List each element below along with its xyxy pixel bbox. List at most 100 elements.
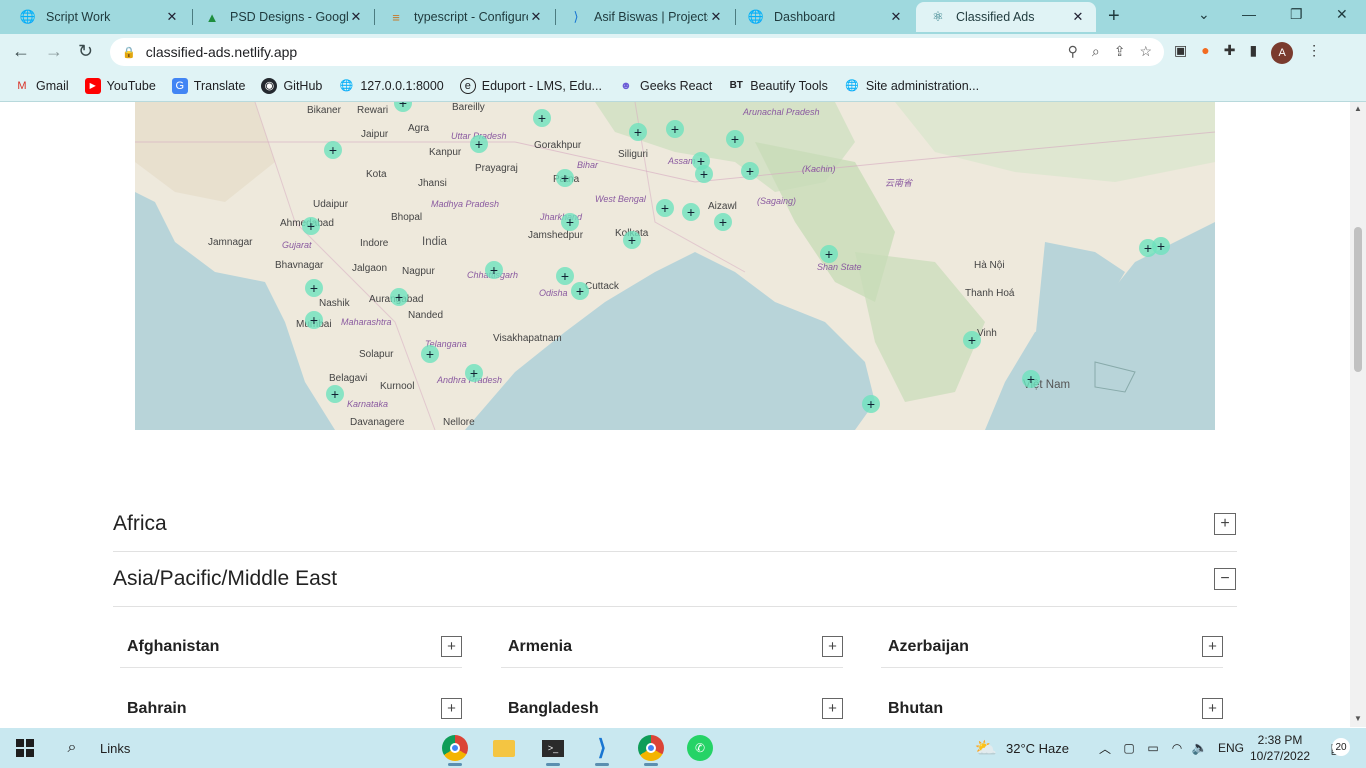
- close-icon[interactable]: ✕: [348, 9, 364, 25]
- map-marker[interactable]: +: [726, 130, 744, 148]
- search-icon[interactable]: ⌕: [60, 728, 84, 768]
- ads-map[interactable]: Bikaner Rewari Bareilly Agra Jaipur Utta…: [135, 102, 1215, 430]
- back-icon[interactable]: ←: [12, 41, 30, 62]
- weather-text[interactable]: 32°C Haze: [1006, 728, 1069, 768]
- map-marker[interactable]: +: [666, 120, 684, 138]
- close-icon[interactable]: ✕: [1070, 9, 1086, 25]
- tab-classified-ads[interactable]: ⚛ Classified Ads ✕: [916, 2, 1096, 32]
- map-marker[interactable]: +: [305, 279, 323, 297]
- map-marker[interactable]: +: [302, 217, 320, 235]
- map-marker[interactable]: +: [470, 135, 488, 153]
- scroll-up-icon[interactable]: ▲: [1354, 104, 1362, 113]
- bookmark-site-admin[interactable]: 🌐 Site administration...: [844, 78, 979, 94]
- close-icon[interactable]: ✕: [528, 9, 544, 25]
- map-marker[interactable]: +: [1152, 237, 1170, 255]
- side-panel-icon[interactable]: ▮: [1249, 42, 1257, 64]
- map-marker[interactable]: +: [695, 165, 713, 183]
- map-marker[interactable]: +: [485, 261, 503, 279]
- accordion-header[interactable]: Asia/Pacific/Middle East −: [113, 552, 1237, 607]
- map-marker[interactable]: +: [571, 282, 589, 300]
- accordion-header[interactable]: Africa +: [113, 497, 1237, 552]
- bookmark-eduport[interactable]: e Eduport - LMS, Edu...: [459, 77, 602, 94]
- country-item-armenia[interactable]: Armenia +: [501, 626, 843, 668]
- address-bar[interactable]: 🔒 classified-ads.netlify.app ⚲ ⌕ ⇪ ☆: [110, 38, 1164, 66]
- scrollbar-thumb[interactable]: [1354, 227, 1362, 372]
- map-marker[interactable]: +: [714, 213, 732, 231]
- puzzle-icon[interactable]: ✚: [1224, 42, 1236, 64]
- tab-typescript[interactable]: ≡ typescript - Configure ✕: [374, 2, 554, 32]
- country-item-bahrain[interactable]: Bahrain +: [120, 688, 462, 727]
- map-marker[interactable]: +: [561, 213, 579, 231]
- bookmark-github[interactable]: ◉ GitHub: [261, 77, 322, 94]
- minus-icon[interactable]: −: [1214, 568, 1236, 590]
- tab-asif-projects[interactable]: ⟩ Asif Biswas | Projects ✕: [554, 2, 734, 32]
- close-icon[interactable]: ✕: [888, 9, 904, 25]
- map-marker[interactable]: +: [1022, 370, 1040, 388]
- map-marker[interactable]: +: [390, 288, 408, 306]
- country-item-bangladesh[interactable]: Bangladesh +: [501, 688, 843, 727]
- terminal-taskbar-app[interactable]: >_: [538, 728, 568, 768]
- zoom-icon[interactable]: ⌕: [1092, 43, 1100, 60]
- location-icon[interactable]: ⚲: [1068, 43, 1078, 60]
- map-marker[interactable]: +: [324, 141, 342, 159]
- map-marker[interactable]: +: [682, 203, 700, 221]
- profile-avatar[interactable]: A: [1271, 42, 1294, 64]
- wifi-icon[interactable]: ◠: [1170, 728, 1184, 768]
- vscode-taskbar-app[interactable]: ⟩: [587, 728, 617, 768]
- bookmark-geeks-react[interactable]: ☻ Geeks React: [618, 78, 712, 94]
- minimize-icon[interactable]: —: [1242, 6, 1256, 22]
- bookmark-beautify[interactable]: BT Beautify Tools: [728, 78, 828, 94]
- map-marker[interactable]: +: [623, 231, 641, 249]
- chevron-up-icon[interactable]: ︿: [1098, 728, 1112, 768]
- restore-icon[interactable]: ❐: [1290, 6, 1303, 23]
- map-marker[interactable]: +: [326, 385, 344, 403]
- taskbar-clock[interactable]: 2:38 PM 10/27/2022: [1250, 732, 1310, 764]
- map-marker[interactable]: +: [305, 311, 323, 329]
- country-item-afghanistan[interactable]: Afghanistan +: [120, 626, 462, 668]
- close-icon[interactable]: ✕: [164, 9, 180, 25]
- country-item-azerbaijan[interactable]: Azerbaijan +: [881, 626, 1223, 668]
- bookmark-gmail[interactable]: M Gmail: [14, 78, 68, 94]
- plus-icon[interactable]: +: [822, 636, 843, 657]
- plus-icon[interactable]: +: [441, 636, 462, 657]
- taskbar-search-label[interactable]: Links: [100, 728, 130, 768]
- whatsapp-taskbar-app[interactable]: ✆: [685, 728, 715, 768]
- plus-icon[interactable]: +: [1202, 698, 1223, 719]
- volume-icon[interactable]: 🔈: [1192, 728, 1208, 768]
- plus-icon[interactable]: +: [441, 698, 462, 719]
- language-indicator[interactable]: ENG: [1218, 728, 1244, 768]
- bookmark-translate[interactable]: G Translate: [171, 77, 245, 94]
- bookmark-star-icon[interactable]: ☆: [1139, 43, 1152, 60]
- map-marker[interactable]: +: [629, 123, 647, 141]
- tab-search-icon[interactable]: ⌄: [1198, 6, 1210, 23]
- chrome-taskbar-app[interactable]: [440, 728, 470, 768]
- map-marker[interactable]: +: [820, 245, 838, 263]
- close-icon[interactable]: ✕: [708, 9, 724, 25]
- country-item-bhutan[interactable]: Bhutan +: [881, 688, 1223, 727]
- file-explorer-taskbar-app[interactable]: [489, 728, 519, 768]
- scroll-down-icon[interactable]: ▼: [1354, 714, 1362, 723]
- tab-script-work[interactable]: 🌐 Script Work ✕: [6, 2, 190, 32]
- tab-dashboard[interactable]: 🌐 Dashboard ✕: [734, 2, 914, 32]
- chrome-taskbar-app-2[interactable]: [636, 728, 666, 768]
- map-marker[interactable]: +: [556, 169, 574, 187]
- camera-icon[interactable]: ▢: [1122, 728, 1136, 768]
- battery-icon[interactable]: ▭: [1146, 728, 1160, 768]
- map-marker[interactable]: +: [862, 395, 880, 413]
- share-icon[interactable]: ⇪: [1114, 43, 1126, 60]
- map-marker[interactable]: +: [656, 199, 674, 217]
- menu-icon[interactable]: ⋮: [1307, 42, 1321, 64]
- page-scrollbar[interactable]: ▲ ▼: [1350, 102, 1366, 727]
- plus-icon[interactable]: +: [1202, 636, 1223, 657]
- forward-icon[interactable]: →: [45, 41, 63, 62]
- extension-icon[interactable]: ▣: [1174, 42, 1187, 64]
- plus-icon[interactable]: +: [822, 698, 843, 719]
- map-marker[interactable]: +: [421, 345, 439, 363]
- window-close-icon[interactable]: ✕: [1336, 6, 1348, 23]
- bookmark-localhost[interactable]: 🌐 127.0.0.1:8000: [338, 78, 443, 94]
- new-tab-icon[interactable]: +: [1108, 5, 1120, 28]
- map-marker[interactable]: +: [533, 109, 551, 127]
- map-marker[interactable]: +: [465, 364, 483, 382]
- map-marker[interactable]: +: [963, 331, 981, 349]
- brave-extension-icon[interactable]: ●: [1201, 42, 1209, 64]
